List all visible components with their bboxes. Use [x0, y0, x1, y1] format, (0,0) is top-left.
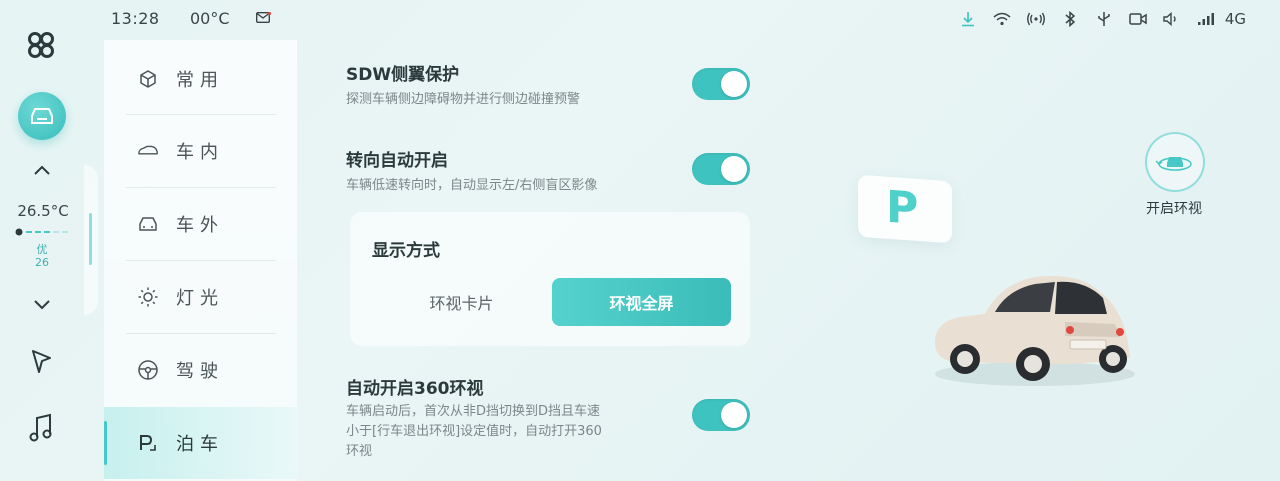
signal-icon [1189, 8, 1223, 30]
setting-auto-360: 自动开启360环视 车辆启动后，首次从非D挡切换到D挡且车速 小于[行车退出环视… [346, 374, 602, 462]
menu-item-label: 常用 [176, 70, 224, 91]
display-mode-panel: 显示方式 环视卡片 环视全屏 [350, 212, 750, 346]
menu-item-parking[interactable]: 泊车 [104, 407, 297, 479]
parking-sign: P [858, 174, 952, 244]
drawer-handle-bar [89, 213, 92, 265]
car-exterior-icon [137, 213, 159, 235]
parking-icon [137, 432, 159, 454]
setting-title: 自动开启360环视 [346, 379, 484, 399]
menu-item-label: 驾驶 [176, 361, 224, 382]
surround-view-label: 开启环视 [1146, 201, 1202, 217]
description-line: 小于[行车退出环视]设定值时，自动打开360 [346, 424, 602, 439]
menu-item-label: 车内 [176, 142, 224, 163]
setting-turn-auto: 转向自动开启 车辆低速转向时，自动显示左/右侧盲区影像 [346, 146, 597, 196]
cube-icon [137, 68, 159, 90]
message-icon[interactable] [256, 12, 271, 23]
status-bar: 13:28 00°C 4G [0, 0, 1280, 38]
left-rail: 26.5°C 优 26 [0, 0, 84, 481]
vehicle-illustration [935, 276, 1135, 386]
clock: 13:28 [111, 9, 160, 28]
setting-description: 车辆启动后，首次从非D挡切换到D挡且车速 小于[行车退出环视]设定值时，自动打开… [346, 402, 602, 462]
temp-down-button[interactable] [30, 293, 54, 317]
description-line: 环视 [346, 444, 373, 459]
volume-icon[interactable] [1155, 8, 1189, 30]
settings-category-menu: 常用 车内 车外 灯光 驾驶 泊车 [104, 40, 297, 481]
navigation-icon[interactable] [28, 345, 56, 379]
menu-item-interior[interactable]: 车内 [104, 115, 297, 187]
menu-item-label: 泊车 [176, 434, 224, 455]
usb-icon[interactable] [1087, 8, 1121, 30]
music-icon[interactable] [26, 410, 56, 446]
setting-title: 转向自动开启 [346, 151, 448, 171]
hotspot-icon[interactable] [1019, 8, 1053, 30]
surround-view-button[interactable] [1145, 132, 1205, 192]
camera-icon[interactable] [1121, 8, 1155, 30]
outside-temperature: 00°C [190, 9, 230, 28]
brand-logo-icon[interactable] [24, 28, 58, 62]
fan-speed-indicator[interactable] [15, 227, 71, 237]
menu-item-driving[interactable]: 驾驶 [104, 334, 297, 406]
display-mode-fullscreen-option[interactable]: 环视全屏 [552, 278, 731, 326]
parking-sign-letter: P [886, 181, 919, 235]
vehicle-settings-button[interactable] [18, 92, 66, 140]
display-mode-card-option[interactable]: 环视卡片 [372, 278, 551, 326]
bluetooth-icon[interactable] [1053, 8, 1087, 30]
sdw-toggle[interactable] [692, 68, 750, 100]
setting-sdw: SDW侧翼保护 探测车辆侧边障碍物并进行侧边碰撞预警 [346, 60, 580, 110]
setting-description: 车辆低速转向时，自动显示左/右侧盲区影像 [346, 178, 598, 193]
menu-item-lights[interactable]: 灯光 [104, 261, 297, 333]
car-icon [31, 108, 53, 124]
auto-360-toggle[interactable] [692, 399, 750, 431]
wifi-icon[interactable] [985, 8, 1019, 30]
sun-icon [137, 286, 159, 308]
menu-item-label: 灯光 [176, 288, 224, 309]
setting-description: 探测车辆侧边障碍物并进行侧边碰撞预警 [346, 92, 581, 107]
air-quality-value: 26 [35, 256, 49, 269]
display-mode-title: 显示方式 [372, 241, 440, 261]
car-interior-icon [137, 140, 159, 162]
download-icon[interactable] [951, 8, 985, 30]
temp-up-button[interactable] [30, 158, 54, 182]
setting-title: SDW侧翼保护 [346, 65, 460, 85]
network-type: 4G [1224, 10, 1246, 28]
surround-view-icon [1155, 157, 1192, 171]
menu-item-common[interactable]: 常用 [104, 43, 297, 115]
steering-wheel-icon [137, 359, 159, 381]
menu-item-exterior[interactable]: 车外 [104, 188, 297, 260]
cabin-temperature: 26.5°C [17, 202, 69, 220]
description-line: 车辆启动后，首次从非D挡切换到D挡且车速 [346, 404, 601, 419]
menu-item-label: 车外 [176, 215, 224, 236]
air-quality-label: 优 [36, 243, 48, 256]
turn-auto-toggle[interactable] [692, 153, 750, 185]
air-quality: 优 26 [20, 243, 64, 269]
